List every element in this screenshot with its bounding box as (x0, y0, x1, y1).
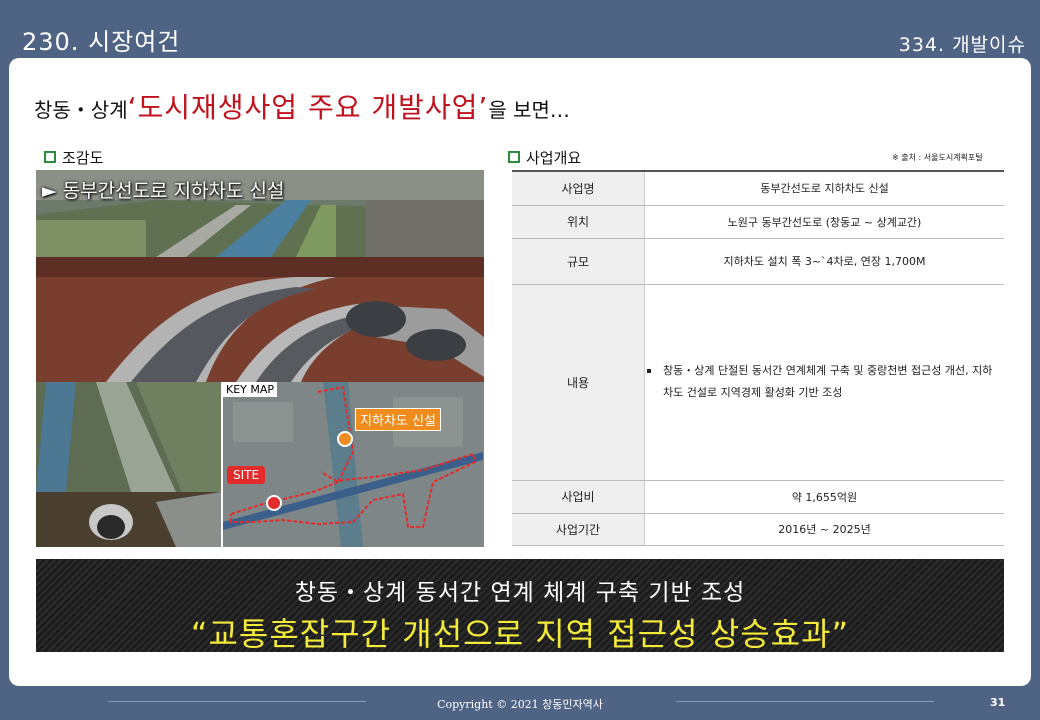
row-value: 창동・상계 단절된 동서간 연계체계 구축 및 중랑천변 접근성 개선, 지하차… (645, 360, 1004, 404)
table-row: 사업비 약 1,655억원 (512, 480, 1004, 514)
bullet-icon (508, 150, 520, 163)
row-key: 규모 (512, 238, 645, 285)
row-key: 사업명 (512, 170, 645, 206)
tunnel-rendering-image (36, 257, 484, 382)
headline-prefix: 창동・상계 (34, 98, 128, 122)
headline-highlight: ‘도시재생사업 주요 개발사업’ (127, 91, 489, 124)
row-value: 노원구 동부간선도로 (창동교 ~ 상계교간) (644, 205, 1004, 239)
table-row: 위치 노원구 동부간선도로 (창동교 ~ 상계교간) (512, 205, 1004, 239)
row-value: 2016년 ~ 2025년 (644, 513, 1004, 546)
section-title-text: 조감도 (62, 149, 104, 167)
row-value: 지하차도 설치 폭 3~`4차로, 연장 1,700M (644, 238, 1004, 285)
headline-suffix: 을 보면… (488, 98, 570, 122)
section-title-birdseye: 조감도 (44, 147, 103, 168)
page-number: 31 (990, 696, 1006, 709)
key-map: KEY MAP 지하차도 신설 SITE (223, 382, 484, 547)
tunnel-label: 지하차도 신설 (355, 408, 441, 431)
key-map-graphic (223, 382, 484, 547)
section-title-overview: 사업개요 (508, 147, 581, 168)
header-left-title: 230. 시장여건 (22, 28, 181, 56)
headline: 창동・상계‘도시재생사업 주요 개발사업’을 보면… (34, 86, 570, 126)
bullet-square-icon (647, 369, 651, 373)
description-text: 창동・상계 단절된 동서간 연계체계 구축 및 중랑천변 접근성 개선, 지하차… (663, 364, 993, 399)
river-and-tunnel-image (36, 382, 221, 547)
table-row: 규모 지하차도 설치 폭 3~`4차로, 연장 1,700M (512, 238, 1004, 285)
site-label: SITE (227, 466, 266, 484)
birdseye-image-panel: ► 동부간선도로 지하차도 신설 KEY MAP 지하차도 신설 SITE (36, 170, 484, 547)
row-key: 사업비 (512, 480, 645, 514)
footer-copyright: Copyright © 2021 창동민자역사 (437, 698, 603, 711)
header-right-title: 334. 개발이슈 (898, 34, 1026, 56)
source-note: ※ 출처 : 서울도시계획포털 (892, 153, 983, 162)
row-value: 동부간선도로 지하차도 신설 (644, 170, 1004, 206)
key-map-label: KEY MAP (223, 382, 278, 397)
table-row: 사업기간 2016년 ~ 2025년 (512, 513, 1004, 546)
banner-line-1: 창동・상계 동서간 연계 체계 구축 기반 조성 (294, 580, 746, 606)
table-row: 내용 창동・상계 단절된 동서간 연계체계 구축 및 중랑천변 접근성 개선, … (512, 284, 1004, 481)
row-value-cell: 창동・상계 단절된 동서간 연계체계 구축 및 중랑천변 접근성 개선, 지하차… (644, 284, 1004, 481)
bullet-icon (44, 150, 56, 163)
summary-banner: 창동・상계 동서간 연계 체계 구축 기반 조성 “교통혼잡구간 개선으로 지역… (36, 559, 1004, 653)
banner-line-2: “교통혼잡구간 개선으로 지역 접근성 상승효과” (190, 615, 850, 653)
table-row: 사업명 동부간선도로 지하차도 신설 (512, 170, 1004, 206)
row-key: 위치 (512, 205, 645, 239)
row-value: 약 1,655억원 (644, 480, 1004, 514)
section-title-text: 사업개요 (526, 149, 582, 167)
image-caption: ► 동부간선도로 지하차도 신설 (42, 180, 285, 202)
overview-table: 사업명 동부간선도로 지하차도 신설 위치 노원구 동부간선도로 (창동교 ~ … (512, 170, 1004, 546)
row-key: 사업기간 (512, 513, 645, 546)
row-key: 내용 (512, 284, 645, 481)
